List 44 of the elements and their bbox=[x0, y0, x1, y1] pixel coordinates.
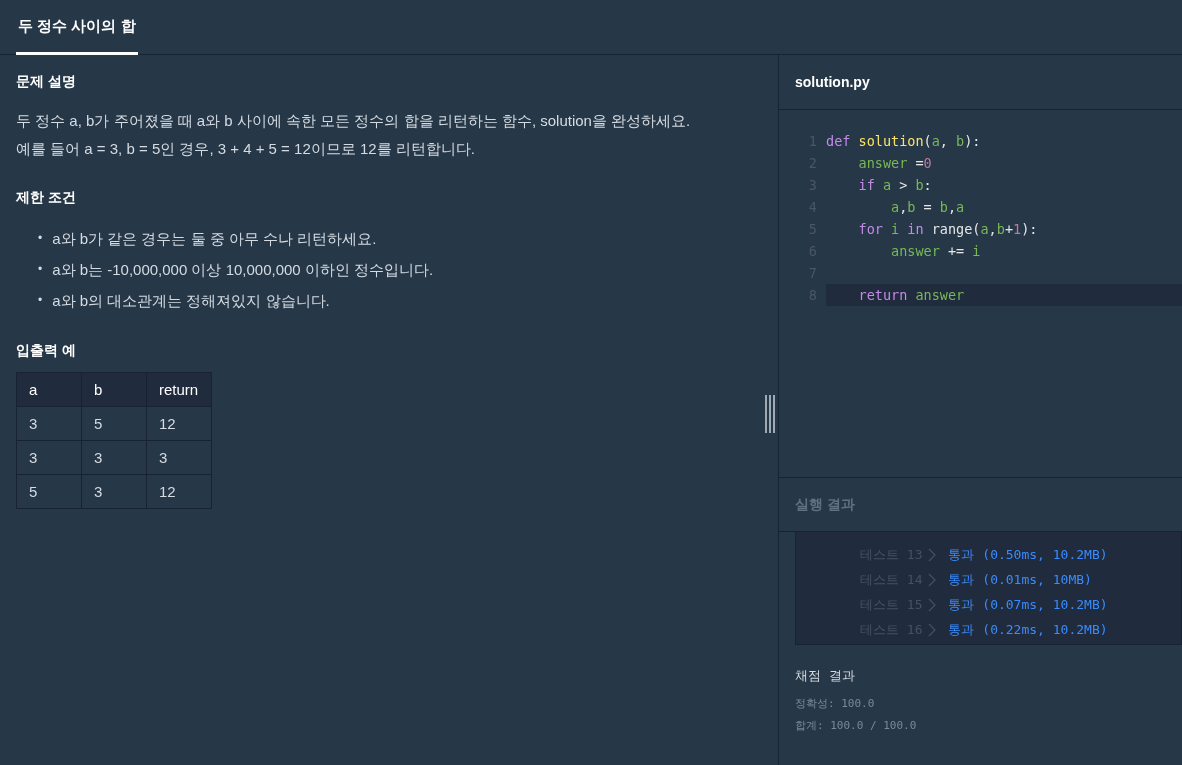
code-line: answer =0 bbox=[857, 154, 933, 173]
code-line: a,b = b,a bbox=[890, 198, 966, 217]
results-title: 실행 결과 bbox=[795, 495, 855, 514]
test-result: 통과 (0.01ms, 10MB) bbox=[948, 570, 1092, 589]
code-line: def solution(a, b): bbox=[826, 132, 982, 151]
test-result: 통과 (0.50ms, 10.2MB) bbox=[948, 545, 1108, 564]
chevron-icon bbox=[928, 572, 937, 587]
score-text: 합계: 100.0 / 100.0 bbox=[795, 718, 918, 734]
section-heading: 문제 설명 bbox=[16, 73, 77, 91]
column-header: a bbox=[16, 372, 82, 407]
table-cell: 5 bbox=[81, 406, 147, 441]
chevron-icon bbox=[928, 547, 937, 562]
table-cell: 12 bbox=[146, 406, 212, 441]
test-result: 통과 (0.07ms, 10.2MB) bbox=[948, 595, 1108, 614]
table-cell: 3 bbox=[16, 406, 82, 441]
code-line: if a > b: bbox=[857, 176, 933, 195]
description-text: 예를 들어 a = 3, b = 5인 경우, 3 + 4 + 5 = 12이므로 12를 리턴합니다. bbox=[16, 139, 476, 159]
column-header: return bbox=[146, 372, 212, 407]
table-cell: 12 bbox=[146, 474, 212, 509]
chevron-icon bbox=[928, 622, 937, 637]
section-heading: 입출력 예 bbox=[16, 342, 77, 360]
grading-title: 채점 결과 bbox=[795, 667, 856, 685]
table-cell: 3 bbox=[16, 440, 82, 475]
bullet: • bbox=[38, 292, 43, 309]
file-name: solution.py bbox=[795, 74, 870, 90]
bullet: • bbox=[38, 261, 43, 278]
table-cell: 3 bbox=[81, 440, 147, 475]
table-cell: 3 bbox=[146, 440, 212, 475]
test-result: 통과 (0.22ms, 10.2MB) bbox=[948, 620, 1108, 639]
constraint-item: a와 b의 대소관계는 정해져있지 않습니다. bbox=[52, 291, 330, 311]
resize-handle-icon[interactable] bbox=[765, 395, 775, 433]
description-text: 두 정수 a, b가 주어졌을 때 a와 b 사이에 속한 모든 정수의 합을 리턴하는 함수, solution을 완성하세요. bbox=[16, 111, 692, 131]
column-header: b bbox=[81, 372, 147, 407]
code-line: for i in range(a,b+1): bbox=[857, 220, 1039, 239]
chevron-icon bbox=[928, 597, 937, 612]
bullet: • bbox=[38, 230, 43, 247]
constraint-item: a와 b가 같은 경우는 둘 중 아무 수나 리턴하세요. bbox=[52, 229, 377, 249]
section-heading: 제한 조건 bbox=[16, 189, 77, 207]
constraint-item: a와 b는 -10,000,000 이상 10,000,000 이하인 정수입니다. bbox=[52, 260, 434, 280]
table-cell: 5 bbox=[16, 474, 82, 509]
problem-tab[interactable]: 두 정수 사이의 합 bbox=[16, 0, 138, 55]
code-line: answer += i bbox=[890, 242, 982, 261]
table-cell: 3 bbox=[81, 474, 147, 509]
score-text: 정확성: 100.0 bbox=[795, 696, 876, 712]
